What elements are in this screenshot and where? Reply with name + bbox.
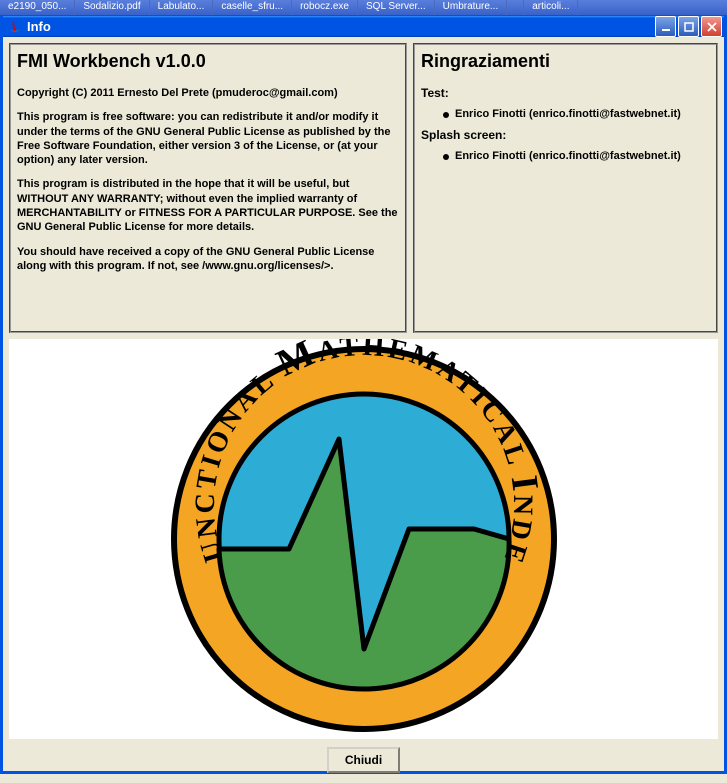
license-para: This program is free software: you can r… — [17, 110, 399, 167]
acknowledgements-panel: Ringraziamenti Test: Enrico Finotti (enr… — [413, 43, 718, 333]
java-icon — [7, 19, 23, 35]
ack-heading: Ringraziamenti — [421, 51, 710, 72]
window-title: Info — [27, 19, 655, 34]
taskbar-item[interactable] — [507, 0, 524, 15]
button-row: Chiudi — [9, 745, 718, 777]
content-area: FMI Workbench v1.0.0 Copyright (C) 2011 … — [3, 37, 724, 783]
test-item: Enrico Finotti (enrico.finotti@fastwebne… — [421, 106, 710, 128]
license-copy-para: You should have received a copy of the G… — [17, 245, 399, 274]
test-label: Test: — [421, 86, 710, 100]
taskbar-item[interactable]: Umbrature... — [435, 0, 508, 15]
taskbar-item[interactable]: articoli... — [524, 0, 578, 15]
app-heading: FMI Workbench v1.0.0 — [17, 51, 399, 72]
taskbar-item[interactable]: Labulato... — [150, 0, 214, 15]
taskbar-item[interactable]: SQL Server... — [358, 0, 435, 15]
taskbar-item[interactable]: Sodalizio.pdf — [75, 0, 149, 15]
titlebar: Info — [3, 16, 724, 37]
about-panel: FMI Workbench v1.0.0 Copyright (C) 2011 … — [9, 43, 407, 333]
minimize-button[interactable] — [655, 16, 676, 37]
window-close-button[interactable] — [701, 16, 722, 37]
taskbar-item[interactable]: e2190_050... — [0, 0, 75, 15]
panels-row: FMI Workbench v1.0.0 Copyright (C) 2011 … — [9, 43, 718, 333]
copyright-text: Copyright (C) 2011 Ernesto Del Prete (pm… — [17, 86, 399, 100]
close-button[interactable]: Chiudi — [327, 747, 400, 773]
taskbar: e2190_050... Sodalizio.pdf Labulato... c… — [0, 0, 727, 16]
splash-item: Enrico Finotti (enrico.finotti@fastwebne… — [421, 148, 710, 170]
warranty-para: This program is distributed in the hope … — [17, 177, 399, 234]
maximize-button[interactable] — [678, 16, 699, 37]
taskbar-item[interactable]: robocz.exe — [292, 0, 358, 15]
titlebar-buttons — [655, 16, 722, 37]
taskbar-item[interactable]: caselle_sfru... — [213, 0, 292, 15]
fmi-logo-icon: FUNCTIONAL MATHEMATICAL INDEX — [164, 339, 564, 739]
splash-label: Splash screen: — [421, 128, 710, 142]
info-window: Info FMI Workbench v1.0.0 Copyright (C) … — [0, 16, 727, 774]
logo-area: FUNCTIONAL MATHEMATICAL INDEX — [9, 339, 718, 739]
